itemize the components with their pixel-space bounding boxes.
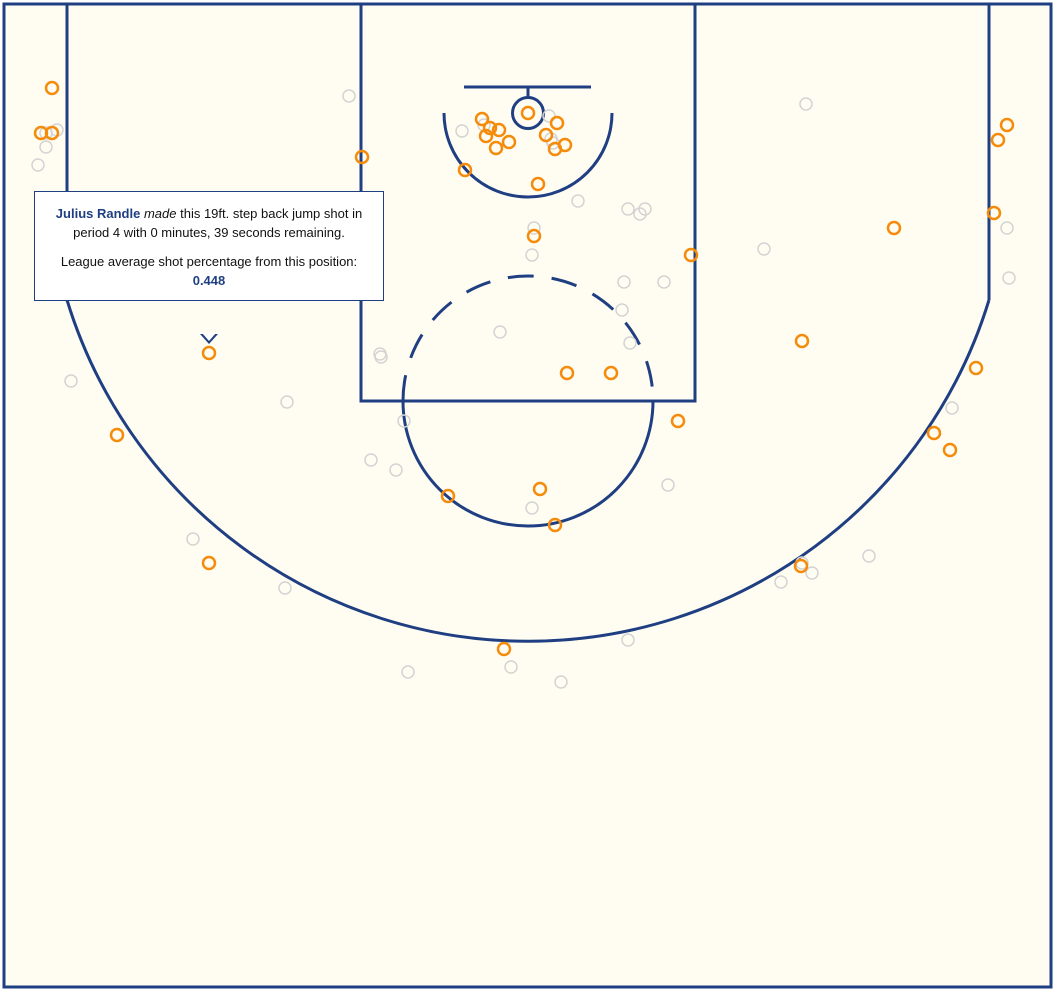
shot-description: Julius Randle made this 19ft. step back … [49, 204, 369, 242]
player-name: Julius Randle [55, 206, 141, 221]
tooltip-pointer-inner [202, 333, 216, 341]
league-average-value: 0.448 [192, 273, 226, 288]
shot-result: made [143, 206, 177, 221]
court-background [2, 2, 1053, 989]
shot-tooltip: Julius Randle made this 19ft. step back … [34, 191, 384, 301]
league-average-label: League average shot percentage from this… [60, 254, 358, 269]
court-chart [2, 2, 1053, 989]
